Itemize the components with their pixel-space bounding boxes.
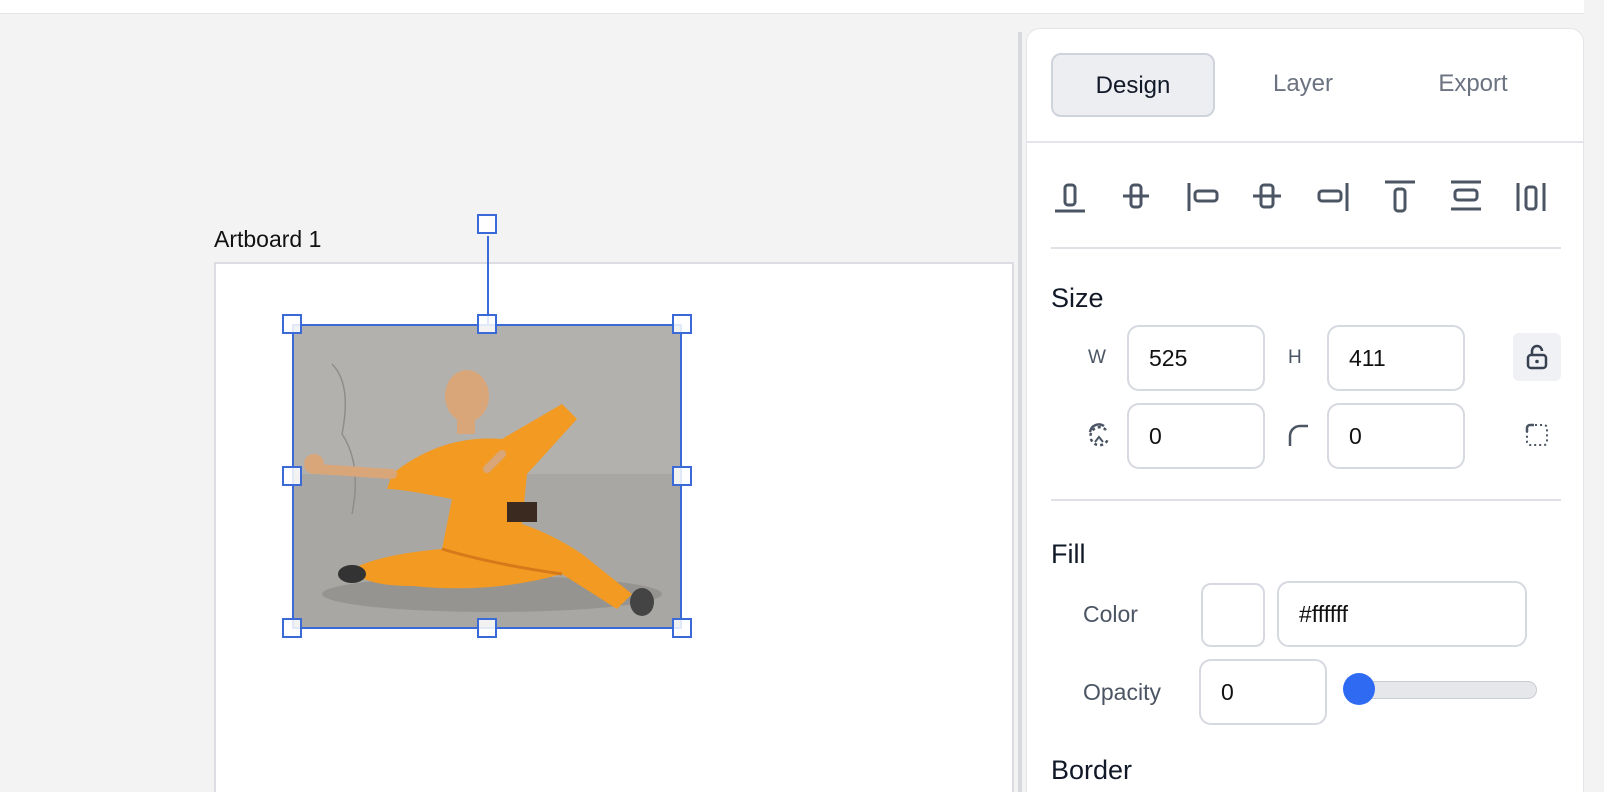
resize-handle-top[interactable] <box>477 314 497 334</box>
independent-corners-icon[interactable] <box>1513 411 1561 459</box>
width-label: W <box>1088 347 1106 368</box>
corner-radius-icon <box>1275 411 1323 459</box>
height-input[interactable]: 411 <box>1327 325 1465 391</box>
width-input[interactable]: 525 <box>1127 325 1265 391</box>
align-right-icon[interactable] <box>1315 177 1355 217</box>
resize-handle-top-right[interactable] <box>672 314 692 334</box>
opacity-slider-thumb[interactable] <box>1343 673 1375 705</box>
opacity-label: Opacity <box>1083 679 1161 705</box>
alignment-divider <box>1051 247 1561 249</box>
distribute-horizontal-icon[interactable] <box>1513 177 1553 217</box>
align-vertical-center-icon[interactable] <box>1117 177 1157 217</box>
distribute-vertical-icon[interactable] <box>1447 177 1487 217</box>
resize-handle-right[interactable] <box>672 466 692 486</box>
tab-design[interactable]: Design <box>1051 53 1215 117</box>
resize-handle-bottom-left[interactable] <box>282 618 302 638</box>
opacity-slider-track[interactable] <box>1351 681 1537 699</box>
tab-layer[interactable]: Layer <box>1221 53 1385 117</box>
resize-handle-top-left[interactable] <box>282 314 302 334</box>
border-section-title: Border <box>1051 755 1133 785</box>
resize-handle-bottom-right[interactable] <box>672 618 692 638</box>
tab-export[interactable]: Export <box>1391 53 1555 117</box>
tabs-divider <box>1027 141 1583 143</box>
corner-radius-input[interactable]: 0 <box>1327 403 1465 469</box>
fill-section-title: Fill <box>1051 539 1086 569</box>
rotation-handle-line <box>487 236 489 324</box>
unlock-icon[interactable] <box>1513 333 1561 381</box>
opacity-input[interactable]: 0 <box>1199 659 1327 725</box>
size-section-title: Size <box>1051 283 1104 313</box>
color-label: Color <box>1083 601 1138 627</box>
properties-panel: Design Layer Export Size W 525 H 411 0 0… <box>1026 28 1584 792</box>
panel-splitter[interactable] <box>1018 32 1022 792</box>
resize-handle-bottom[interactable] <box>477 618 497 638</box>
rotation-icon <box>1075 411 1123 459</box>
color-hex-input[interactable]: #ffffff <box>1277 581 1527 647</box>
align-top-icon[interactable] <box>1381 177 1421 217</box>
align-left-icon[interactable] <box>1183 177 1223 217</box>
align-horizontal-center-icon[interactable] <box>1249 177 1289 217</box>
rotation-input[interactable]: 0 <box>1127 403 1265 469</box>
artboard-label[interactable]: Artboard 1 <box>214 226 321 253</box>
height-label: H <box>1288 347 1302 368</box>
top-bar <box>0 0 1604 14</box>
rotation-handle[interactable] <box>477 214 497 234</box>
color-swatch[interactable] <box>1201 583 1265 647</box>
panel-tabs: Design Layer Export <box>1051 53 1561 117</box>
selection-box[interactable] <box>292 324 682 629</box>
align-bottom-icon[interactable] <box>1051 177 1091 217</box>
resize-handle-left[interactable] <box>282 466 302 486</box>
size-divider <box>1051 499 1561 501</box>
alignment-toolbar <box>1051 177 1561 237</box>
window-edge <box>1584 0 1604 792</box>
